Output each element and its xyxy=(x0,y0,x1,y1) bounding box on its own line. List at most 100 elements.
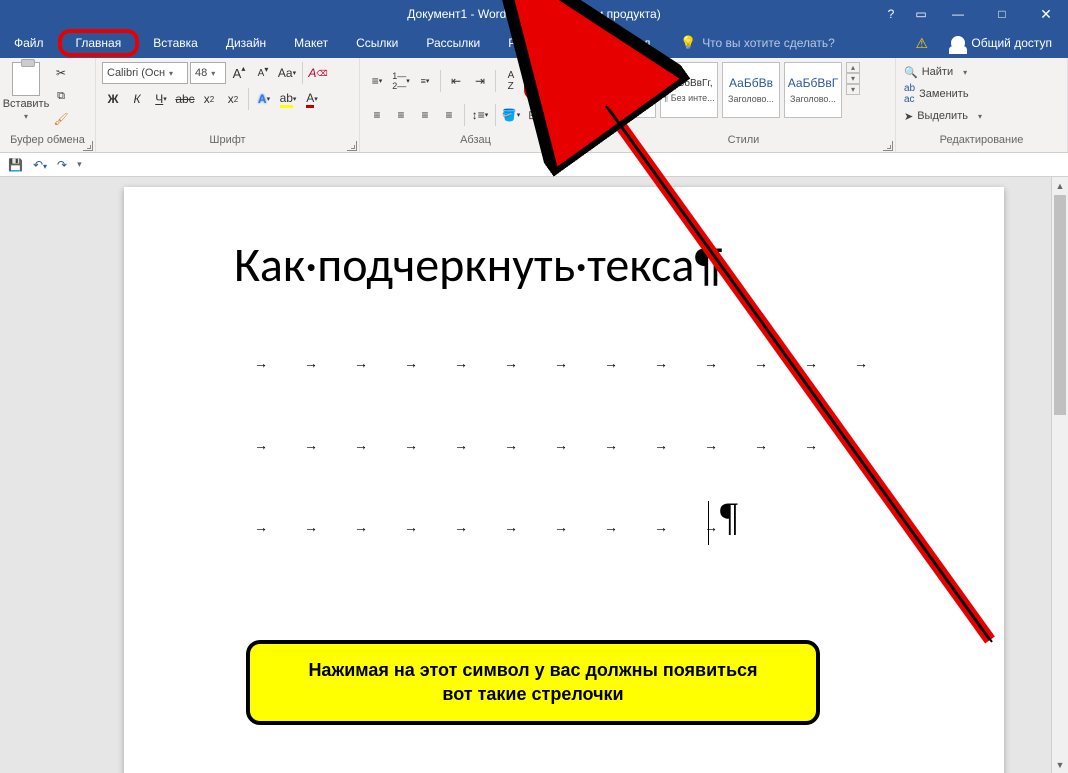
borders-icon: ⊞ xyxy=(528,108,538,122)
style-normal[interactable]: АаБбВвГг, ¶ Обычный xyxy=(598,62,656,118)
qat-customize[interactable]: ▾ xyxy=(77,159,82,170)
tab-layout[interactable]: Макет xyxy=(280,28,342,58)
copy-icon: ⧉ xyxy=(57,90,65,103)
bullets-icon: ≡ xyxy=(372,74,379,88)
paste-label: Вставить xyxy=(3,98,50,110)
group-editing-label: Редактирование xyxy=(902,134,1061,150)
warning-icon[interactable]: ⚠ xyxy=(915,35,928,52)
outdent-icon: ⇤ xyxy=(451,74,461,88)
group-font: Calibri (Осн▾ 48▾ A▴ A▾ Aa▾ A⌫ Ж К Ч▾ ab… xyxy=(96,58,360,152)
font-dialog-launcher[interactable] xyxy=(347,141,357,151)
tab-marks-row-2: →→→→→→→→→→→→ xyxy=(254,437,818,453)
find-button[interactable]: 🔍 Найти▾ xyxy=(902,62,969,82)
align-right-icon: ≡ xyxy=(421,108,428,122)
group-clipboard-label: Буфер обмена xyxy=(6,134,89,150)
bullets-button[interactable]: ≡▾ xyxy=(366,70,388,92)
gallery-down-icon[interactable]: ▾ xyxy=(846,73,860,84)
vertical-scrollbar[interactable]: ▲ ▼ xyxy=(1051,177,1068,773)
numbering-icon: 1—2— xyxy=(392,71,406,91)
show-hide-marks-button[interactable]: ¶ xyxy=(530,68,558,94)
replace-button[interactable]: abac Заменить xyxy=(902,84,971,104)
shading-button[interactable]: 🪣▾ xyxy=(500,104,522,126)
align-left-button[interactable]: ≡ xyxy=(366,104,388,126)
group-paragraph: ≡▾ 1—2—▾ ≡▾ ⇤ ⇥ AZ ¶ ≡ ≡ ≡ ≡ ↕≡▾ � xyxy=(360,58,592,152)
increase-indent-button[interactable]: ⇥ xyxy=(469,70,491,92)
copy-button[interactable]: ⧉ xyxy=(50,85,72,107)
select-button[interactable]: ➤ Выделить▾ xyxy=(902,106,984,126)
tab-view[interactable]: Вид xyxy=(615,28,665,58)
tab-design[interactable]: Дизайн xyxy=(212,28,280,58)
align-left-icon: ≡ xyxy=(373,108,380,122)
tell-me-search[interactable]: 💡 Что вы хотите сделать? xyxy=(680,35,835,51)
strikethrough-button[interactable]: abc xyxy=(174,88,196,110)
scroll-thumb[interactable] xyxy=(1054,195,1066,415)
title-bar: Документ1 - Word (Сбой активации продукт… xyxy=(0,0,1068,28)
scroll-down-icon[interactable]: ▼ xyxy=(1052,756,1068,773)
scroll-up-icon[interactable]: ▲ xyxy=(1052,177,1068,194)
brush-icon: 🖌 xyxy=(53,112,68,126)
justify-button[interactable]: ≡ xyxy=(438,104,460,126)
help-icon[interactable]: ? xyxy=(876,0,906,28)
lightbulb-icon: 💡 xyxy=(680,35,696,51)
tab-mailings[interactable]: Рассылки xyxy=(412,28,494,58)
share-button[interactable]: Общий доступ xyxy=(951,36,1052,50)
tab-marks-row-1: →→→→→→→→→→→→→ xyxy=(254,355,868,371)
style-heading1[interactable]: АаБбВв Заголово... xyxy=(722,62,780,118)
quick-access-toolbar: 💾 ↶▾ ↷ ▾ xyxy=(0,153,1068,177)
clipboard-dialog-launcher[interactable] xyxy=(83,141,93,151)
italic-button[interactable]: К xyxy=(126,88,148,110)
font-size-combo[interactable]: 48▾ xyxy=(190,62,226,84)
sort-button[interactable]: AZ xyxy=(500,70,522,92)
align-center-button[interactable]: ≡ xyxy=(390,104,412,126)
gallery-more-icon[interactable]: ▾ xyxy=(846,84,860,95)
cut-button[interactable]: ✂ xyxy=(50,62,72,84)
styles-gallery-scroll[interactable]: ▴ ▾ ▾ xyxy=(846,62,860,95)
subscript-button[interactable]: x2 xyxy=(198,88,220,110)
undo-button[interactable]: ↶▾ xyxy=(33,158,47,172)
tab-references[interactable]: Ссылки xyxy=(342,28,412,58)
replace-icon: abac xyxy=(904,83,915,105)
gallery-up-icon[interactable]: ▴ xyxy=(846,62,860,73)
paste-button[interactable]: Вставить ▾ xyxy=(6,62,46,121)
underline-button[interactable]: Ч▾ xyxy=(150,88,172,110)
align-right-button[interactable]: ≡ xyxy=(414,104,436,126)
numbering-button[interactable]: 1—2—▾ xyxy=(390,70,412,92)
styles-dialog-launcher[interactable] xyxy=(883,141,893,151)
ribbon: Вставить ▾ ✂ ⧉ 🖌 Буфер обмена Calibri (О… xyxy=(0,58,1068,153)
search-icon: 🔍 xyxy=(904,66,918,79)
callout-line1: Нажимая на этот символ у вас должны появ… xyxy=(268,658,798,682)
tab-file[interactable]: Файл xyxy=(0,28,58,58)
paragraph-dialog-launcher[interactable] xyxy=(579,141,589,151)
change-case-button[interactable]: Aa▾ xyxy=(276,62,298,84)
redo-button[interactable]: ↷ xyxy=(57,158,67,172)
tab-insert[interactable]: Вставка xyxy=(139,28,212,58)
style-heading2[interactable]: АаБбВвГ Заголово... xyxy=(784,62,842,118)
borders-button[interactable]: ⊞▾ xyxy=(524,104,546,126)
group-editing: 🔍 Найти▾ abac Заменить ➤ Выделить▾ Редак… xyxy=(896,58,1068,152)
grow-font-button[interactable]: A▴ xyxy=(228,62,250,84)
share-label: Общий доступ xyxy=(971,36,1052,50)
maximize-button[interactable]: □ xyxy=(980,0,1024,28)
bold-button[interactable]: Ж xyxy=(102,88,124,110)
save-button[interactable]: 💾 xyxy=(8,158,23,172)
line-spacing-button[interactable]: ↕≡▾ xyxy=(469,104,491,126)
scissors-icon: ✂ xyxy=(56,66,66,80)
style-no-spacing[interactable]: АаБбВвГг, ¶ Без инте... xyxy=(660,62,718,118)
highlight-color-button[interactable]: ab▾ xyxy=(277,88,299,110)
multilevel-list-button[interactable]: ≡▾ xyxy=(414,70,436,92)
minimize-button[interactable]: — xyxy=(936,0,980,28)
shrink-font-button[interactable]: A▾ xyxy=(252,62,274,84)
tab-review[interactable]: Рецензирование xyxy=(494,28,615,58)
clear-formatting-button[interactable]: A⌫ xyxy=(307,62,329,84)
superscript-button[interactable]: x2 xyxy=(222,88,244,110)
decrease-indent-button[interactable]: ⇤ xyxy=(445,70,467,92)
document-headline[interactable]: Как·подчеркнуть·текса¶ xyxy=(234,235,722,294)
tab-home[interactable]: Главная xyxy=(58,29,140,57)
group-paragraph-label: Абзац xyxy=(366,134,585,150)
ribbon-display-options-icon[interactable]: ▭ xyxy=(906,0,936,28)
font-color-button[interactable]: A▾ xyxy=(301,88,323,110)
format-painter-button[interactable]: 🖌 xyxy=(50,108,72,130)
text-effects-button[interactable]: A▾ xyxy=(253,88,275,110)
font-name-combo[interactable]: Calibri (Осн▾ xyxy=(102,62,188,84)
close-button[interactable]: ✕ xyxy=(1024,0,1068,28)
